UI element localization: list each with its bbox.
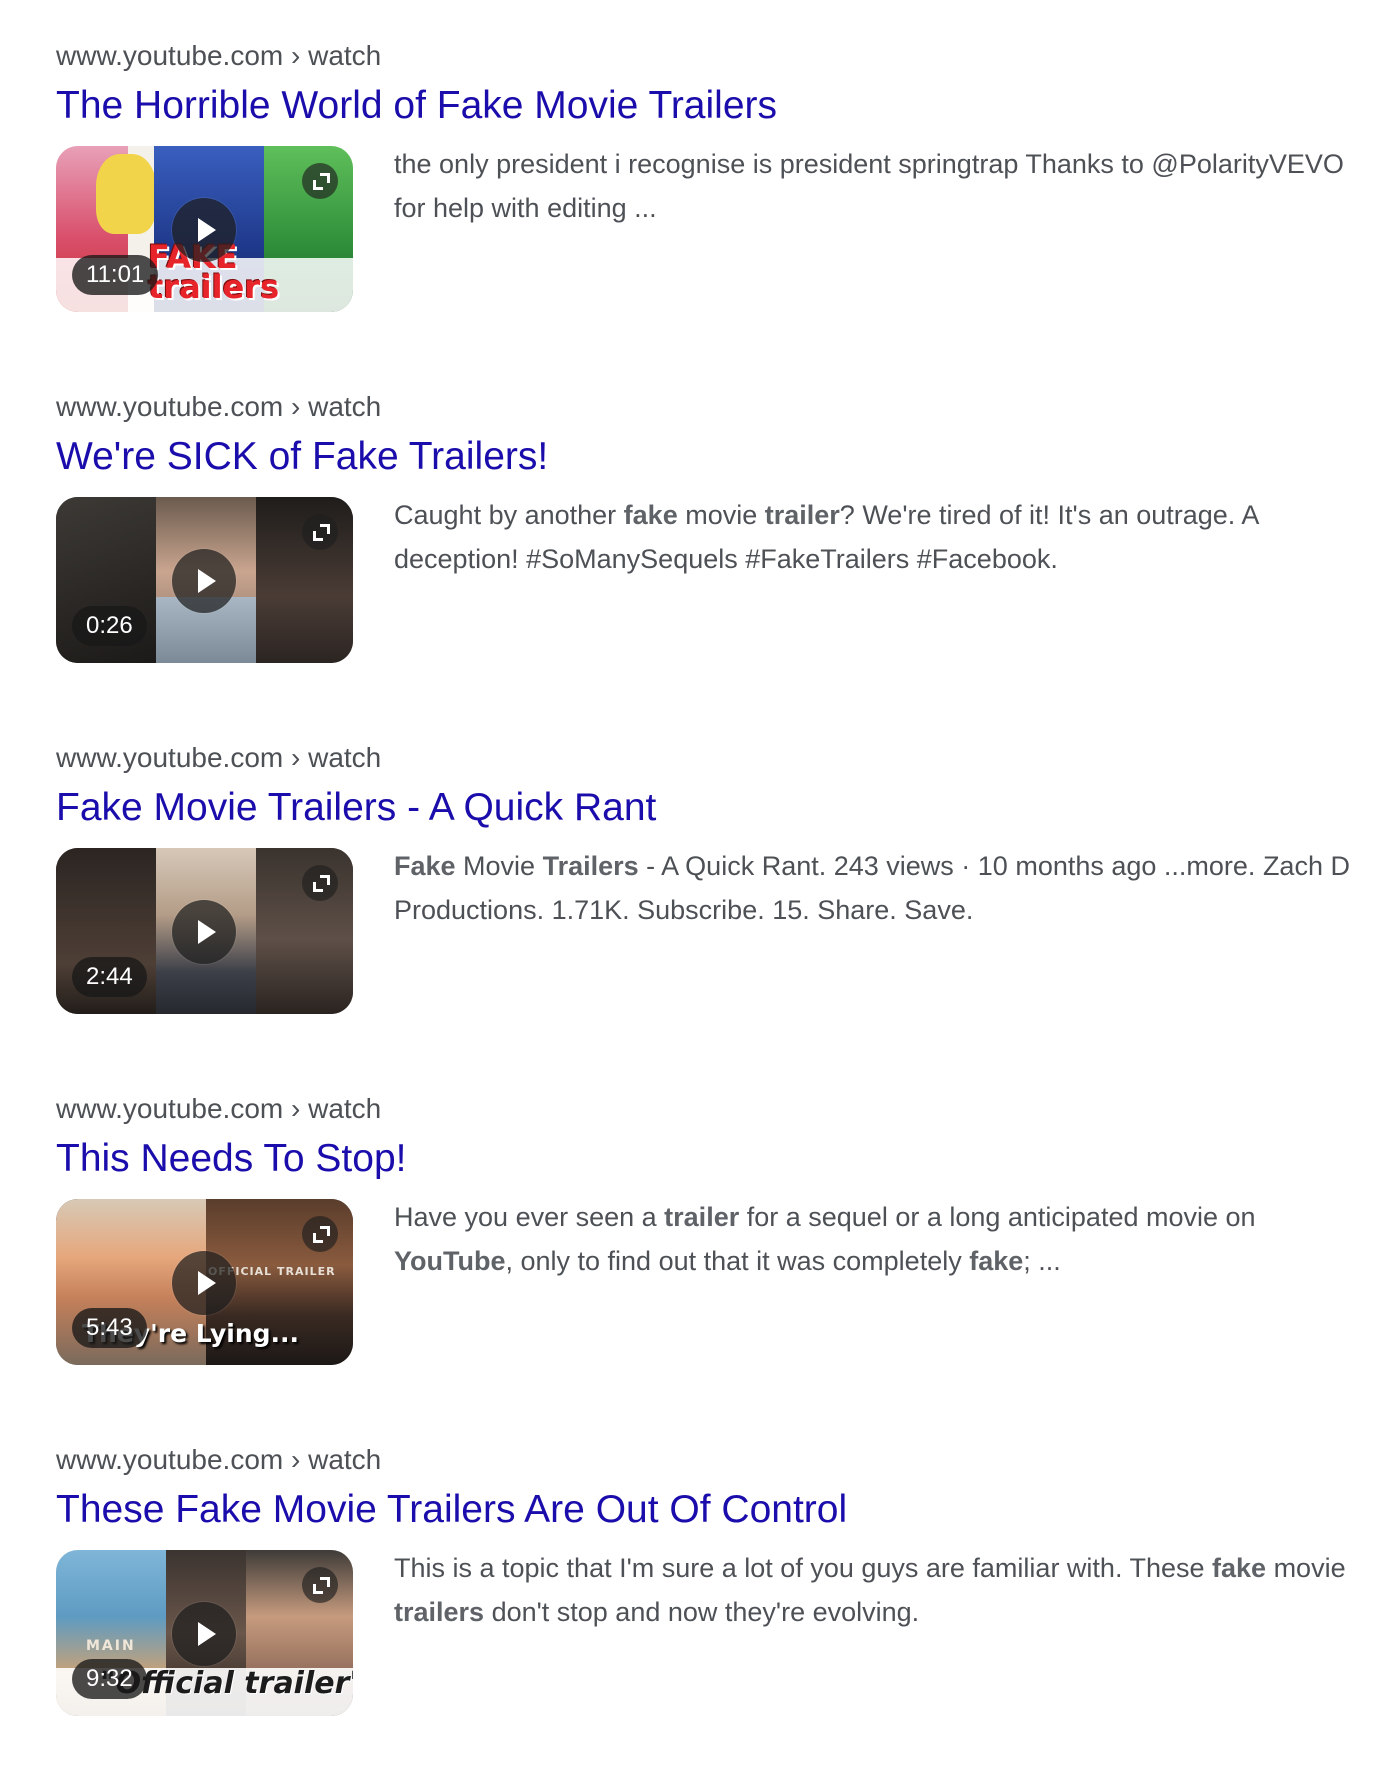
result-snippet: This is a topic that I'm sure a lot of y… [394,1546,1354,1634]
play-icon[interactable] [172,1602,236,1666]
snippet-highlight: Fake [394,851,456,881]
result-url[interactable]: www.youtube.com › watch [56,387,1356,427]
result-title-link[interactable]: The Horrible World of Fake Movie Trailer… [56,80,777,132]
result-snippet: Fake Movie Trailers - A Quick Rant. 243 … [394,844,1354,932]
result-body: 0:26 Caught by another fake movie traile… [56,497,1356,667]
video-thumbnail[interactable]: OFFICIAL TRAILER They're Lying... 5:43 [56,1199,353,1365]
search-result: www.youtube.com › watch Fake Movie Trail… [56,738,1356,1089]
result-url[interactable]: www.youtube.com › watch [56,1089,1356,1129]
snippet-text: don't stop and now they're evolving. [484,1597,920,1627]
snippet-text: movie [1266,1553,1346,1583]
result-url[interactable]: www.youtube.com › watch [56,36,1356,76]
video-duration: 11:01 [72,255,159,295]
video-duration: 2:44 [72,957,147,997]
snippet-highlight: trailer [764,500,840,530]
snippet-text: Have you ever seen a [394,1202,665,1232]
video-thumbnail[interactable]: 0:26 [56,497,353,663]
expand-icon[interactable] [302,163,338,199]
snippet-text: This is a topic that I'm sure a lot of y… [394,1553,1213,1583]
snippet-text: movie [677,500,765,530]
snippet-text: Caught by another [394,500,624,530]
snippet-text: Movie [455,851,543,881]
search-result: www.youtube.com › watch The Horrible Wor… [56,36,1356,387]
video-thumbnail[interactable]: 2:44 [56,848,353,1014]
video-duration: 5:43 [72,1308,147,1348]
search-results: www.youtube.com › watch The Horrible Wor… [56,36,1356,1791]
result-body: OFFICIAL TRAILER They're Lying... 5:43 H… [56,1199,1356,1369]
thumbnail-caption-secondary: MAIN [86,1638,136,1654]
result-title-link[interactable]: Fake Movie Trailers - A Quick Rant [56,782,656,834]
result-snippet: the only president i recognise is presid… [394,142,1354,230]
snippet-highlight: YouTube [394,1246,506,1276]
result-url[interactable]: www.youtube.com › watch [56,738,1356,778]
snippet-highlight: fake [969,1246,1024,1276]
result-title-link[interactable]: This Needs To Stop! [56,1133,406,1185]
play-icon[interactable] [172,198,236,262]
snippet-text: for a sequel or a long anticipated movie… [739,1202,1256,1232]
expand-icon[interactable] [302,514,338,550]
play-icon[interactable] [172,549,236,613]
expand-icon[interactable] [302,1567,338,1603]
play-icon[interactable] [172,900,236,964]
snippet-highlight: trailer [664,1202,740,1232]
play-icon[interactable] [172,1251,236,1315]
result-url[interactable]: www.youtube.com › watch [56,1440,1356,1480]
result-snippet: Have you ever seen a trailer for a seque… [394,1195,1354,1283]
expand-icon[interactable] [302,1216,338,1252]
result-body: MAIN "Official trailer" 9:32 This is a t… [56,1550,1356,1720]
snippet-highlight: fake [1212,1553,1267,1583]
snippet-text: the only president i recognise is presid… [394,149,1344,223]
video-thumbnail[interactable]: FAKE trailers 11:01 [56,146,353,312]
result-body: 2:44 Fake Movie Trailers - A Quick Rant.… [56,848,1356,1018]
result-snippet: Caught by another fake movie trailer? We… [394,493,1354,581]
search-result: www.youtube.com › watch We're SICK of Fa… [56,387,1356,738]
search-result: www.youtube.com › watch These Fake Movie… [56,1440,1356,1791]
result-body: FAKE trailers 11:01 the only president i… [56,146,1356,316]
video-thumbnail[interactable]: MAIN "Official trailer" 9:32 [56,1550,353,1716]
video-duration: 9:32 [72,1659,147,1699]
expand-icon[interactable] [302,865,338,901]
snippet-highlight: fake [623,500,678,530]
result-title-link[interactable]: We're SICK of Fake Trailers! [56,431,548,483]
snippet-text: ; ... [1023,1246,1061,1276]
snippet-text: , only to find out that it was completel… [505,1246,970,1276]
snippet-highlight: trailers [394,1597,485,1627]
result-title-link[interactable]: These Fake Movie Trailers Are Out Of Con… [56,1484,847,1536]
video-duration: 0:26 [72,606,147,646]
snippet-highlight: Trailers [542,851,639,881]
search-result: www.youtube.com › watch This Needs To St… [56,1089,1356,1440]
